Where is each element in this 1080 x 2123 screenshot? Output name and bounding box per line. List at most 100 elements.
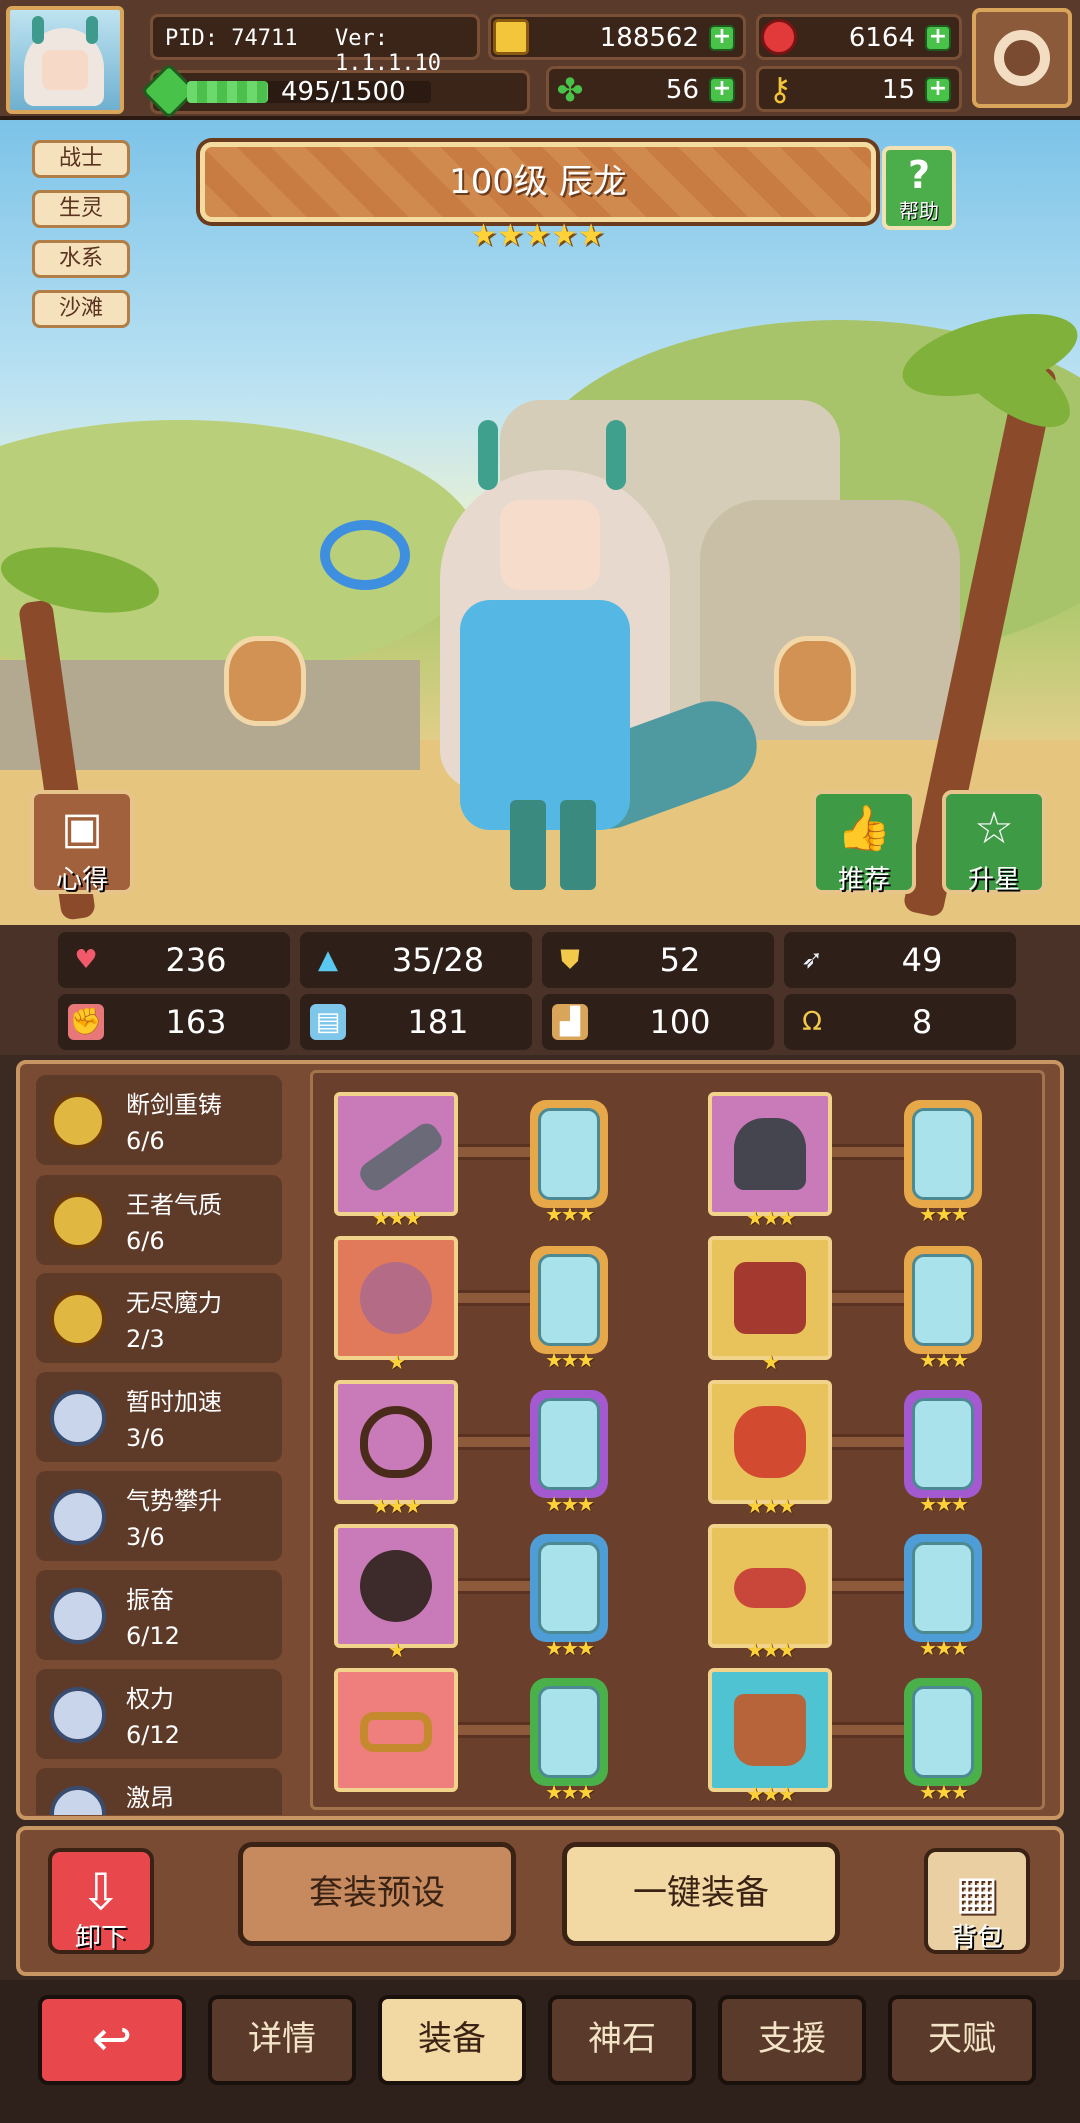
pauldron-icon	[360, 1550, 432, 1622]
star-up-button[interactable]: ☆ 升星	[942, 790, 1046, 895]
rune-slot[interactable]: ★★★	[904, 1534, 982, 1660]
stat-mana-value: 35/28	[391, 941, 485, 979]
unequip-button[interactable]: ⇩ 卸下	[48, 1848, 154, 1954]
weapon-slot[interactable]: ★★★	[334, 1092, 458, 1230]
insight-button[interactable]: ▣ 心得	[30, 790, 134, 895]
rune-slot[interactable]: ★★★	[904, 1678, 982, 1804]
belt-icon	[734, 1568, 806, 1608]
exp-text: 495/1500	[281, 77, 406, 107]
game-version: Ver: 1.1.1.10	[335, 26, 441, 76]
star-icon: ☆	[974, 803, 1014, 854]
clover-counter: ✤ 56 +	[546, 66, 746, 112]
set-preset-button[interactable]: 套装预设	[238, 1842, 516, 1946]
set-name: 权力	[126, 1685, 174, 1713]
hero-title-banner: 100级 辰龙	[200, 142, 876, 222]
tab-support[interactable]: 支援	[718, 1995, 866, 2085]
add-gold-button[interactable]: +	[709, 25, 735, 51]
hero-title: 100级 辰龙	[449, 162, 627, 202]
round-shield-icon	[360, 1262, 432, 1334]
item-stars: ★★★	[746, 1494, 796, 1518]
stat-magic: ▤ 181	[300, 994, 532, 1050]
clover-icon: ✤	[556, 71, 584, 109]
set-item[interactable]: 断剑重铸 6/6	[36, 1075, 282, 1165]
rune-slot[interactable]: ★★★	[530, 1100, 608, 1226]
set-item[interactable]: 激昂	[36, 1768, 282, 1815]
helmet-slot[interactable]: ★★★	[708, 1092, 832, 1230]
set-item[interactable]: 无尽魔力 2/3	[36, 1273, 282, 1363]
hero-staff	[320, 520, 410, 590]
tag-class: 战士	[32, 140, 130, 178]
rune-slot[interactable]: ★★★	[904, 1246, 982, 1372]
rune-stars: ★★★	[919, 1348, 969, 1372]
hero-leg	[560, 800, 596, 890]
help-button[interactable]: ? 帮助	[882, 146, 956, 230]
armor-icon	[734, 1262, 806, 1334]
shield-slot[interactable]: ★	[334, 1236, 458, 1374]
belt-slot[interactable]: ★★★	[708, 1524, 832, 1662]
key-icon: ⚷	[768, 70, 792, 108]
tab-equipment[interactable]: 装备	[378, 1995, 526, 2085]
stat-attack-value: 163	[165, 1003, 227, 1041]
back-arrow-icon: ↩	[91, 2011, 133, 2067]
add-clover-button[interactable]: +	[709, 77, 735, 103]
settings-gear-icon[interactable]	[972, 8, 1072, 108]
player-avatar[interactable]	[6, 6, 124, 114]
recommend-button[interactable]: 👍 推荐	[812, 790, 916, 895]
pauldron-slot[interactable]: ★	[334, 1524, 458, 1662]
rune-slot[interactable]: ★★★	[530, 1246, 608, 1372]
armor-slot[interactable]: ★	[708, 1236, 832, 1374]
ring-slot[interactable]	[334, 1668, 458, 1792]
set-name: 暂时加速	[126, 1388, 222, 1416]
sword-icon	[355, 1118, 447, 1196]
next-hero-button[interactable]	[774, 636, 856, 726]
silver-set-icon	[50, 1489, 106, 1545]
set-item[interactable]: 气势攀升 3/6	[36, 1471, 282, 1561]
fist-icon: ✊	[68, 1004, 104, 1040]
necklace-slot[interactable]: ★★★	[334, 1380, 458, 1518]
auto-equip-button[interactable]: 一键装备	[562, 1842, 840, 1946]
rune-slot[interactable]: ★★★	[904, 1100, 982, 1226]
back-button[interactable]: ↩	[38, 1995, 186, 2085]
set-name: 断剑重铸	[126, 1091, 222, 1119]
tag-terrain: 沙滩	[32, 290, 130, 328]
prev-hero-button[interactable]	[224, 636, 306, 726]
scroll-icon: ▣	[61, 803, 103, 854]
hero-face	[500, 500, 600, 590]
tab-talent[interactable]: 天赋	[888, 1995, 1036, 2085]
question-icon: ?	[907, 153, 931, 197]
rune-slot[interactable]: ★★★	[530, 1390, 608, 1516]
gold-set-icon	[50, 1093, 106, 1149]
rune-stars: ★★★	[919, 1636, 969, 1660]
ring-icon	[360, 1712, 432, 1752]
item-stars: ★	[388, 1350, 406, 1374]
clover-amount: 56	[665, 75, 699, 105]
backpack-button[interactable]: ▦ 背包	[924, 1848, 1030, 1954]
stat-defense: ⛊ 52	[542, 932, 774, 988]
set-item[interactable]: 王者气质 6/6	[36, 1175, 282, 1265]
rune-slot[interactable]: ★★★	[530, 1678, 608, 1804]
rune-slot[interactable]: ★★★	[904, 1390, 982, 1516]
rune-slot[interactable]: ★★★	[530, 1534, 608, 1660]
add-gem-button[interactable]: +	[925, 25, 951, 51]
heart-icon: ♥	[74, 945, 98, 975]
boots-slot[interactable]: ★★★	[708, 1668, 832, 1806]
help-label: 帮助	[899, 199, 939, 223]
stat-accuracy: ▟ 100	[542, 994, 774, 1050]
tag-element: 水系	[32, 240, 130, 278]
slot-connector	[456, 1290, 536, 1306]
backpack-label: 背包	[950, 1923, 1003, 1953]
item-stars: ★★★	[372, 1206, 422, 1230]
set-item[interactable]: 暂时加速 3/6	[36, 1372, 282, 1462]
helmet-icon	[734, 1118, 806, 1190]
set-bonus-list[interactable]: 断剑重铸 6/6 王者气质 6/6 无尽魔力 2/3 暂时加速 3/6 气势攀升 3/6 …	[36, 1075, 286, 1815]
item-stars: ★★★	[746, 1782, 796, 1806]
set-item[interactable]: 振奋 6/12	[36, 1570, 282, 1660]
tab-details[interactable]: 详情	[208, 1995, 356, 2085]
item-stars: ★	[762, 1350, 780, 1374]
glove-slot[interactable]: ★★★	[708, 1380, 832, 1518]
silver-set-icon	[50, 1687, 106, 1743]
tab-divine-stone[interactable]: 神石	[548, 1995, 696, 2085]
add-key-button[interactable]: +	[925, 77, 951, 103]
set-item[interactable]: 权力 6/12	[36, 1669, 282, 1759]
item-stars: ★	[388, 1638, 406, 1662]
